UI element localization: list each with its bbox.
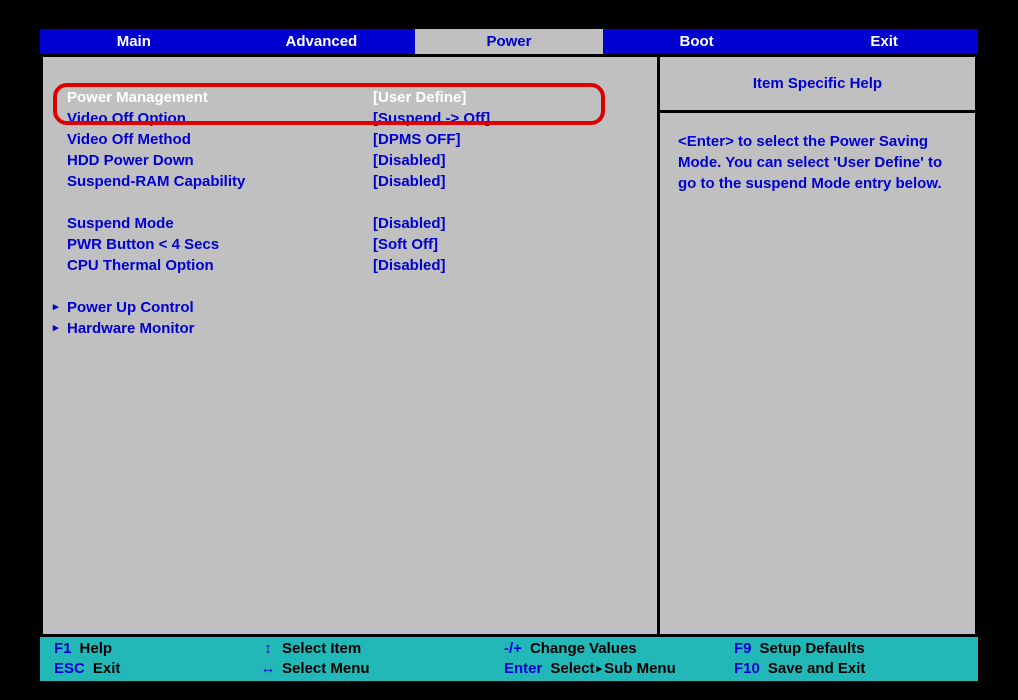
submenu-power-up-control[interactable]: ▸ Power Up Control — [53, 297, 641, 318]
nav-key-enter: Enter — [504, 659, 542, 679]
nav-select-submenu: Enter Select ▸ Sub Menu — [504, 659, 734, 679]
nav-label: Select Item — [282, 639, 361, 659]
nav-label: Help — [80, 639, 113, 659]
setting-label: Suspend Mode — [53, 213, 373, 234]
leftright-arrow-icon: ↔ — [254, 659, 282, 679]
setting-label: Power Management — [53, 87, 373, 108]
setting-value: [Disabled] — [373, 213, 446, 234]
submenu-label: Power Up Control — [67, 297, 194, 318]
setting-label: CPU Thermal Option — [53, 255, 373, 276]
tab-main[interactable]: Main — [40, 29, 228, 54]
setting-value: [Disabled] — [373, 255, 446, 276]
setting-value: [Suspend -> Off] — [373, 108, 490, 129]
tab-boot[interactable]: Boot — [603, 29, 791, 54]
nav-label: Setup Defaults — [760, 639, 865, 659]
nav-row-2: ESC Exit ↔ Select Menu Enter Select ▸ Su… — [40, 659, 978, 679]
setting-label: Suspend-RAM Capability — [53, 171, 373, 192]
setting-label: Video Off Method — [53, 129, 373, 150]
nav-exit: ESC Exit — [54, 659, 254, 679]
main-area: Power Management [User Define] Video Off… — [40, 54, 978, 637]
submenu-label: Hardware Monitor — [67, 318, 195, 339]
nav-label: Select Menu — [282, 659, 370, 679]
setting-hdd-power-down[interactable]: HDD Power Down [Disabled] — [53, 150, 641, 171]
submenu-arrow-icon: ▸ — [597, 659, 603, 679]
settings-panel: Power Management [User Define] Video Off… — [43, 57, 660, 634]
setting-value: [User Define] — [373, 87, 466, 108]
nav-label: Exit — [93, 659, 121, 679]
nav-row-1: F1 Help ↕ Select Item -/+ Change Values … — [40, 639, 978, 659]
nav-save-exit: F10 Save and Exit — [734, 659, 954, 679]
nav-label: Save and Exit — [768, 659, 866, 679]
top-spacer — [0, 0, 1018, 29]
setting-value: [Disabled] — [373, 150, 446, 171]
help-body: <Enter> to select the Power Saving Mode.… — [660, 113, 975, 212]
help-title: Item Specific Help — [660, 57, 975, 113]
setting-power-management[interactable]: Power Management [User Define] — [53, 87, 641, 108]
gap — [53, 276, 641, 297]
tab-advanced[interactable]: Advanced — [228, 29, 416, 54]
setting-pwr-button[interactable]: PWR Button < 4 Secs [Soft Off] — [53, 234, 641, 255]
nav-key-f10: F10 — [734, 659, 760, 679]
nav-key-f9: F9 — [734, 639, 752, 659]
tab-bar: Main Advanced Power Boot Exit — [40, 29, 978, 54]
nav-select-menu: ↔ Select Menu — [254, 659, 504, 679]
tab-power[interactable]: Power — [415, 29, 603, 54]
setting-suspend-mode[interactable]: Suspend Mode [Disabled] — [53, 213, 641, 234]
bios-setup-screen: Main Advanced Power Boot Exit Power Mana… — [0, 0, 1018, 700]
nav-bar: F1 Help ↕ Select Item -/+ Change Values … — [40, 637, 978, 681]
setting-video-off-option[interactable]: Video Off Option [Suspend -> Off] — [53, 108, 641, 129]
setting-label: Video Off Option — [53, 108, 373, 129]
updown-arrow-icon: ↕ — [254, 639, 282, 659]
nav-help: F1 Help — [54, 639, 254, 659]
submenu-arrow-icon: ▸ — [53, 297, 67, 318]
nav-label: Sub Menu — [604, 659, 676, 679]
gap — [53, 192, 641, 213]
setting-value: [Disabled] — [373, 171, 446, 192]
nav-setup-defaults: F9 Setup Defaults — [734, 639, 954, 659]
setting-cpu-thermal[interactable]: CPU Thermal Option [Disabled] — [53, 255, 641, 276]
nav-label: Select — [550, 659, 594, 679]
nav-label: Change Values — [530, 639, 637, 659]
setting-label: HDD Power Down — [53, 150, 373, 171]
setting-value: [Soft Off] — [373, 234, 438, 255]
submenu-arrow-icon: ▸ — [53, 318, 67, 339]
setting-label: PWR Button < 4 Secs — [53, 234, 373, 255]
setting-video-off-method[interactable]: Video Off Method [DPMS OFF] — [53, 129, 641, 150]
help-panel: Item Specific Help <Enter> to select the… — [660, 57, 975, 634]
nav-select-item: ↕ Select Item — [254, 639, 504, 659]
setting-suspend-ram[interactable]: Suspend-RAM Capability [Disabled] — [53, 171, 641, 192]
nav-key-plusminus: -/+ — [504, 639, 522, 659]
submenu-hardware-monitor[interactable]: ▸ Hardware Monitor — [53, 318, 641, 339]
nav-key-f1: F1 — [54, 639, 72, 659]
setting-value: [DPMS OFF] — [373, 129, 461, 150]
settings-list: Power Management [User Define] Video Off… — [53, 87, 641, 339]
nav-key-esc: ESC — [54, 659, 85, 679]
nav-change-values: -/+ Change Values — [504, 639, 734, 659]
tab-exit[interactable]: Exit — [790, 29, 978, 54]
